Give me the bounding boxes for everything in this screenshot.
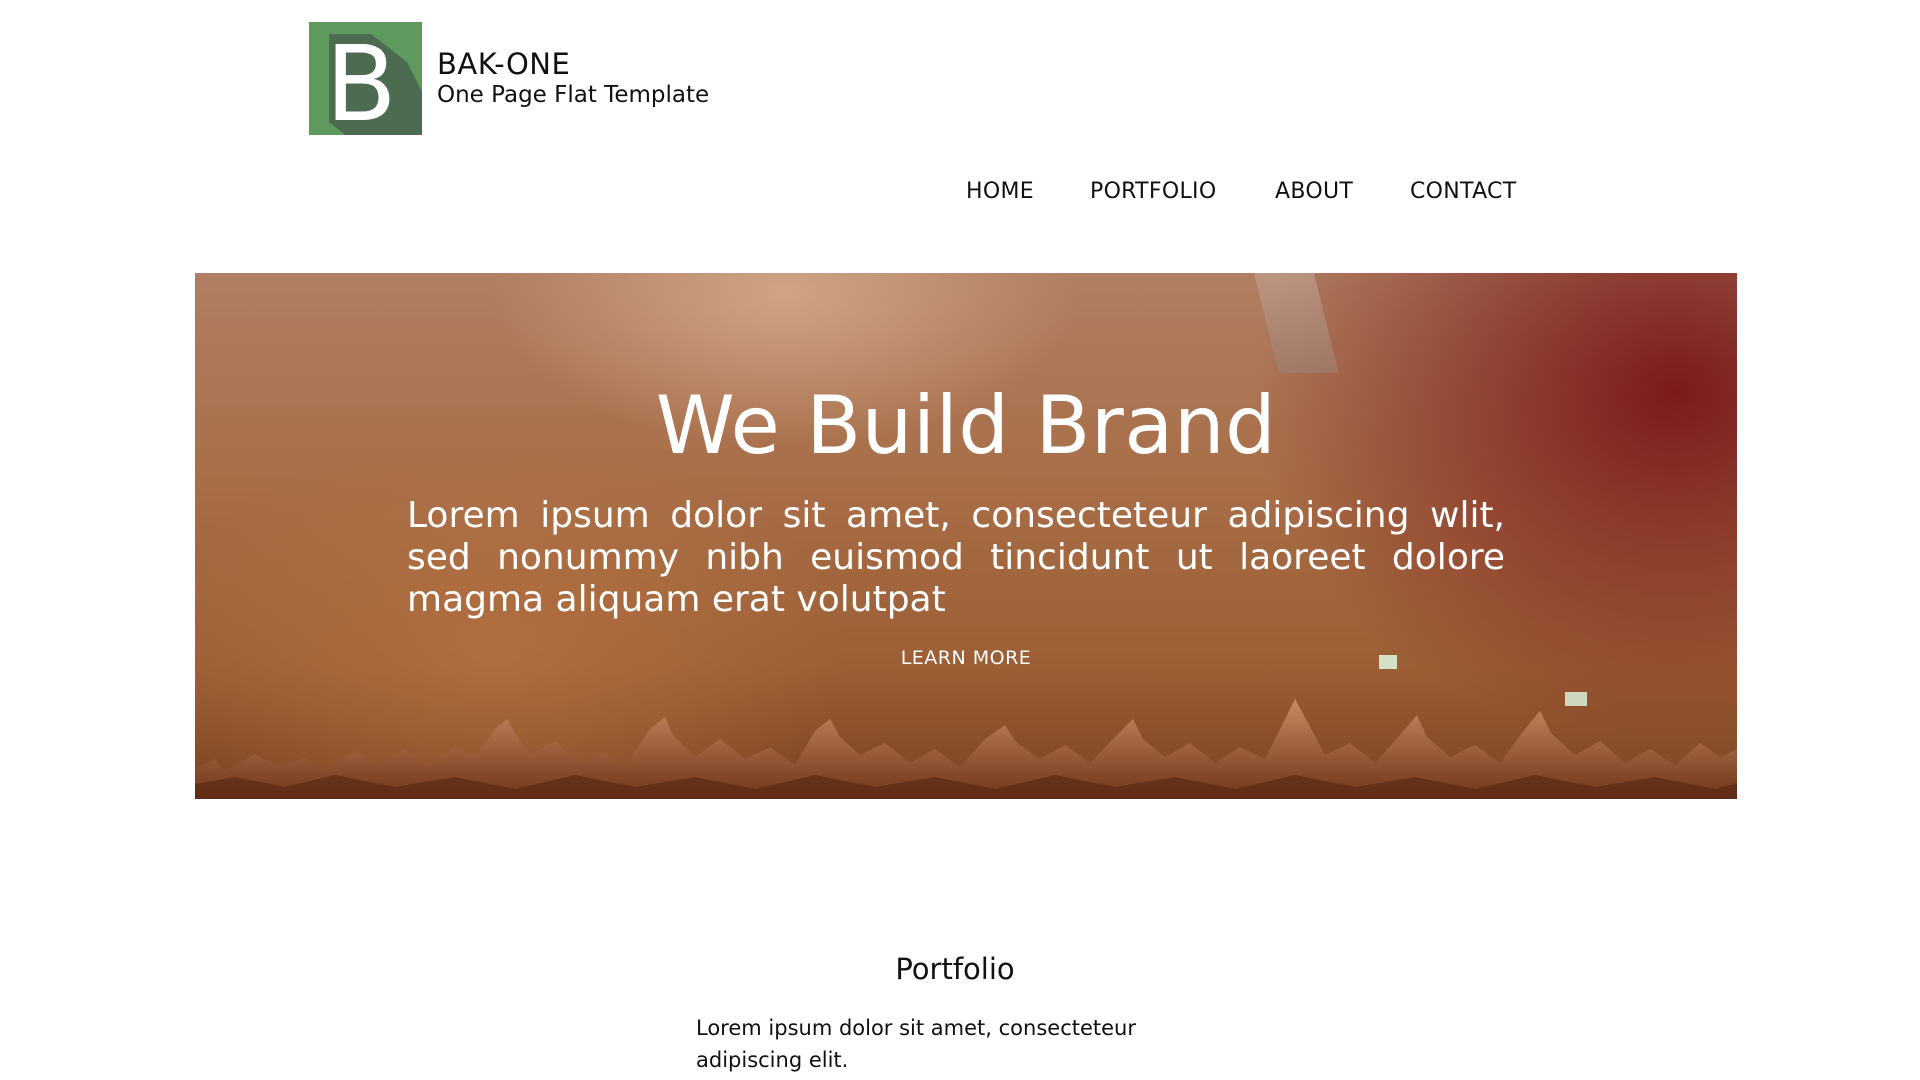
hero-title: We Build Brand — [655, 379, 1277, 472]
svg-text:B: B — [325, 23, 396, 135]
nav-item-contact[interactable]: CONTACT — [1410, 175, 1516, 209]
portfolio-section-title: Portfolio — [895, 952, 1015, 986]
brand-logo[interactable]: B — [309, 22, 422, 135]
nav-item-portfolio[interactable]: PORTFOLIO — [1090, 175, 1216, 209]
hero-banner: We Build Brand Lorem ipsum dolor sit ame… — [195, 273, 1737, 799]
hero-speaker-decoration — [1251, 273, 1339, 373]
nav-item-about[interactable]: ABOUT — [1275, 175, 1353, 209]
hero-description: Lorem ipsum dolor sit amet, consecteteur… — [407, 495, 1505, 620]
main-nav: HOME PORTFOLIO ABOUT CONTACT — [0, 175, 1920, 209]
nav-item-home[interactable]: HOME — [966, 175, 1034, 209]
brand-title: BAK-ONE — [437, 47, 571, 81]
portfolio-section-text: Lorem ipsum dolor sit amet, consecteteur… — [696, 1016, 1136, 1072]
learn-more-button[interactable]: LEARN MORE — [195, 645, 1737, 671]
crowd-silhouette-image — [195, 699, 1737, 799]
logo-b-icon: B — [309, 22, 422, 135]
brand-subtitle: One Page Flat Template — [437, 82, 710, 108]
page: B BAK-ONE One Page Flat Template HOME PO… — [0, 0, 1920, 1080]
learn-more-button-label[interactable]: LEARN MORE — [901, 647, 1032, 669]
